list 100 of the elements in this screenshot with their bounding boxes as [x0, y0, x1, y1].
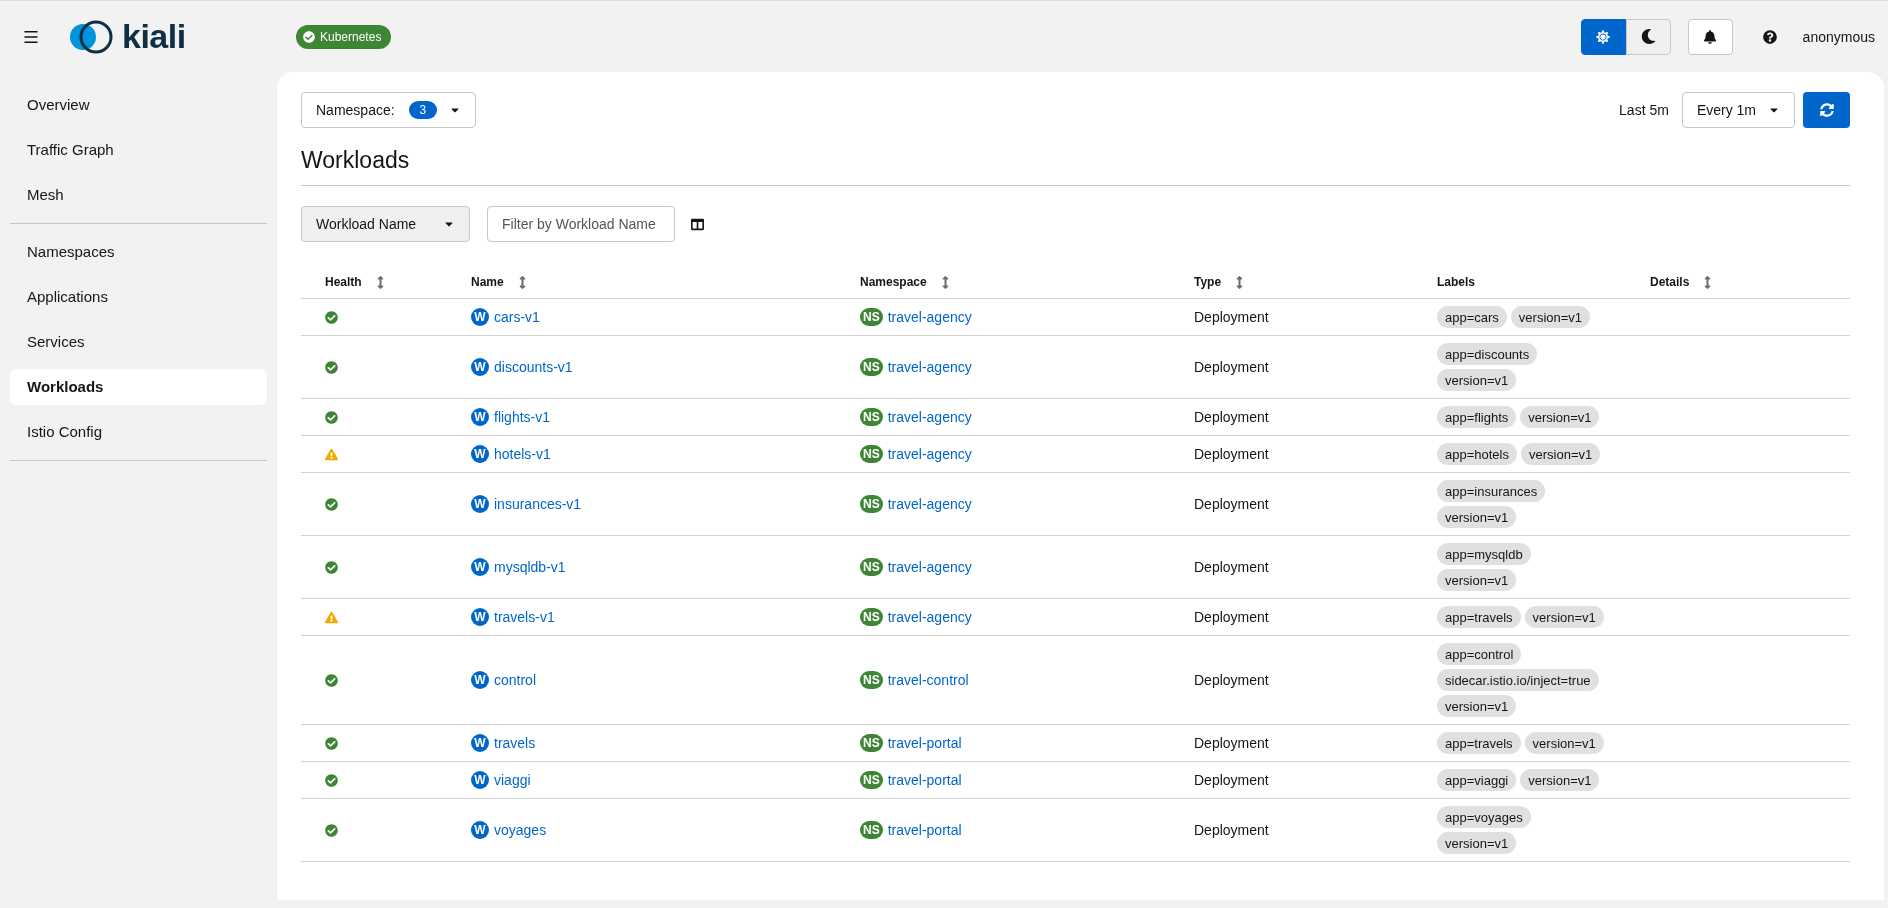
column-header: Namespace — [860, 275, 927, 289]
workload-link[interactable]: W discounts-v1 — [471, 358, 573, 376]
label-chip: app=travels — [1437, 606, 1521, 628]
user-name[interactable]: anonymous — [1802, 28, 1875, 45]
namespace-badge: NS — [860, 671, 883, 689]
column-header: Type — [1194, 275, 1222, 289]
label-chip: sidecar.istio.io/inject=true — [1437, 669, 1599, 691]
namespace-link[interactable]: NS travel-agency — [860, 445, 972, 463]
type-text: Deployment — [1194, 609, 1269, 625]
sidebar-item[interactable]: Mesh — [10, 177, 267, 213]
count-badge: 3 — [408, 101, 438, 119]
sun-icon — [1596, 29, 1611, 44]
label-chip: version=v1 — [1437, 832, 1517, 854]
filter-input-field[interactable]: Filter by Workload Name — [487, 206, 675, 242]
refresh-icon — [1819, 103, 1834, 117]
moon-icon — [1640, 29, 1656, 44]
logo-text: kiali — [122, 17, 186, 56]
sidebar-item[interactable]: Applications — [10, 279, 267, 315]
namespace-badge: NS — [860, 495, 883, 513]
column-header: Labels — [1437, 275, 1475, 289]
workload-link[interactable]: W viaggi — [471, 771, 531, 789]
type-text: Deployment — [1194, 735, 1269, 751]
workload-link[interactable]: W voyages — [471, 821, 547, 839]
workload-link[interactable]: W travels-v1 — [471, 608, 555, 626]
time-range-text: Last 5m — [1619, 102, 1669, 118]
notifications-button[interactable] — [1687, 18, 1733, 55]
label-chip: version=v1 — [1520, 769, 1600, 791]
workload-link[interactable]: W cars-v1 — [471, 308, 540, 326]
bell-icon — [1703, 29, 1718, 44]
label-chip: version=v1 — [1521, 443, 1601, 465]
namespace-link[interactable]: NS travel-agency — [860, 308, 972, 326]
namespace-link[interactable]: NS travel-agency — [860, 608, 972, 626]
sidebar-item[interactable]: Namespaces — [10, 234, 267, 270]
namespace-link[interactable]: NS travel-portal — [860, 821, 962, 839]
column-header: Details — [1650, 275, 1690, 289]
label-chip: app=cars — [1437, 306, 1507, 328]
type-text: Deployment — [1194, 822, 1269, 838]
refresh-interval-dropdown[interactable]: Every 1m — [1681, 92, 1795, 128]
workload-link[interactable]: W flights-v1 — [471, 408, 551, 426]
label-chip: app=control — [1437, 643, 1522, 665]
workload-badge: W — [471, 408, 489, 426]
namespace-link[interactable]: NS travel-portal — [860, 734, 962, 752]
theme-toggle-button[interactable] — [1580, 18, 1626, 55]
namespace-badge: NS — [860, 558, 883, 576]
sidebar-item[interactable]: Workloads — [10, 369, 267, 405]
label-chip: version=v1 — [1520, 406, 1600, 428]
type-text: Deployment — [1194, 496, 1269, 512]
namespace-badge: NS — [860, 771, 883, 789]
sidebar-item[interactable]: Istio Config — [10, 414, 267, 450]
workload-badge: W — [471, 671, 489, 689]
namespace-link[interactable]: NS travel-portal — [860, 771, 962, 789]
label-chip: app=discounts — [1437, 343, 1538, 365]
workload-badge: W — [471, 734, 489, 752]
namespace-badge: NS — [860, 358, 883, 376]
type-text: Deployment — [1194, 559, 1269, 575]
namespace-link[interactable]: NS travel-agency — [860, 558, 972, 576]
namespace-link[interactable]: NS travel-agency — [860, 495, 972, 513]
column-header: Name — [471, 275, 504, 289]
namespace-badge: NS — [860, 445, 883, 463]
workload-badge: W — [471, 495, 489, 513]
namespace-badge: NS — [860, 734, 883, 752]
workload-link[interactable]: W travels — [471, 734, 536, 752]
refresh-button[interactable] — [1803, 92, 1850, 128]
label-chip: version=v1 — [1524, 606, 1604, 628]
namespace-link[interactable]: NS travel-agency — [860, 358, 972, 376]
namespace-dropdown[interactable]: Namespace: 3 — [301, 92, 477, 128]
label-chip: version=v1 — [1437, 506, 1517, 528]
workload-badge: W — [471, 308, 489, 326]
label-chip: app=flights — [1437, 406, 1517, 428]
filter-attribute-select[interactable]: Workload Name — [301, 206, 470, 242]
label-chip: app=hotels — [1437, 443, 1517, 465]
workload-link[interactable]: W mysqldb-v1 — [471, 558, 566, 576]
workload-link[interactable]: W insurances-v1 — [471, 495, 582, 513]
page-title: Workloads — [301, 128, 1850, 186]
namespace-badge: NS — [860, 608, 883, 626]
namespace-link[interactable]: NS travel-control — [860, 671, 969, 689]
namespace-badge: NS — [860, 821, 883, 839]
type-text: Deployment — [1194, 309, 1269, 325]
label-chip: version=v1 — [1437, 695, 1517, 717]
label-chip: version=v1 — [1524, 732, 1604, 754]
label-chip: version=v1 — [1437, 569, 1517, 591]
label-chip: app=mysqldb — [1437, 543, 1531, 565]
help-icon — [1762, 29, 1777, 44]
label-chip: app=travels — [1437, 732, 1521, 754]
namespace-badge: NS — [860, 308, 883, 326]
label-chip: app=insurances — [1437, 480, 1546, 502]
namespace-link[interactable]: NS travel-agency — [860, 408, 972, 426]
workload-badge: W — [471, 358, 489, 376]
workload-link[interactable]: W hotels-v1 — [471, 445, 551, 463]
type-text: Deployment — [1194, 772, 1269, 788]
type-text: Deployment — [1194, 359, 1269, 375]
workload-badge: W — [471, 558, 489, 576]
theme-toggle-button[interactable] — [1625, 18, 1671, 55]
label-chip: app=voyages — [1437, 806, 1531, 828]
sidebar-item[interactable]: Traffic Graph — [10, 132, 267, 168]
type-text: Deployment — [1194, 409, 1269, 425]
sidebar-item[interactable]: Services — [10, 324, 267, 360]
sidebar-item[interactable]: Overview — [10, 87, 267, 123]
workload-link[interactable]: W control — [471, 671, 537, 689]
workload-badge: W — [471, 821, 489, 839]
